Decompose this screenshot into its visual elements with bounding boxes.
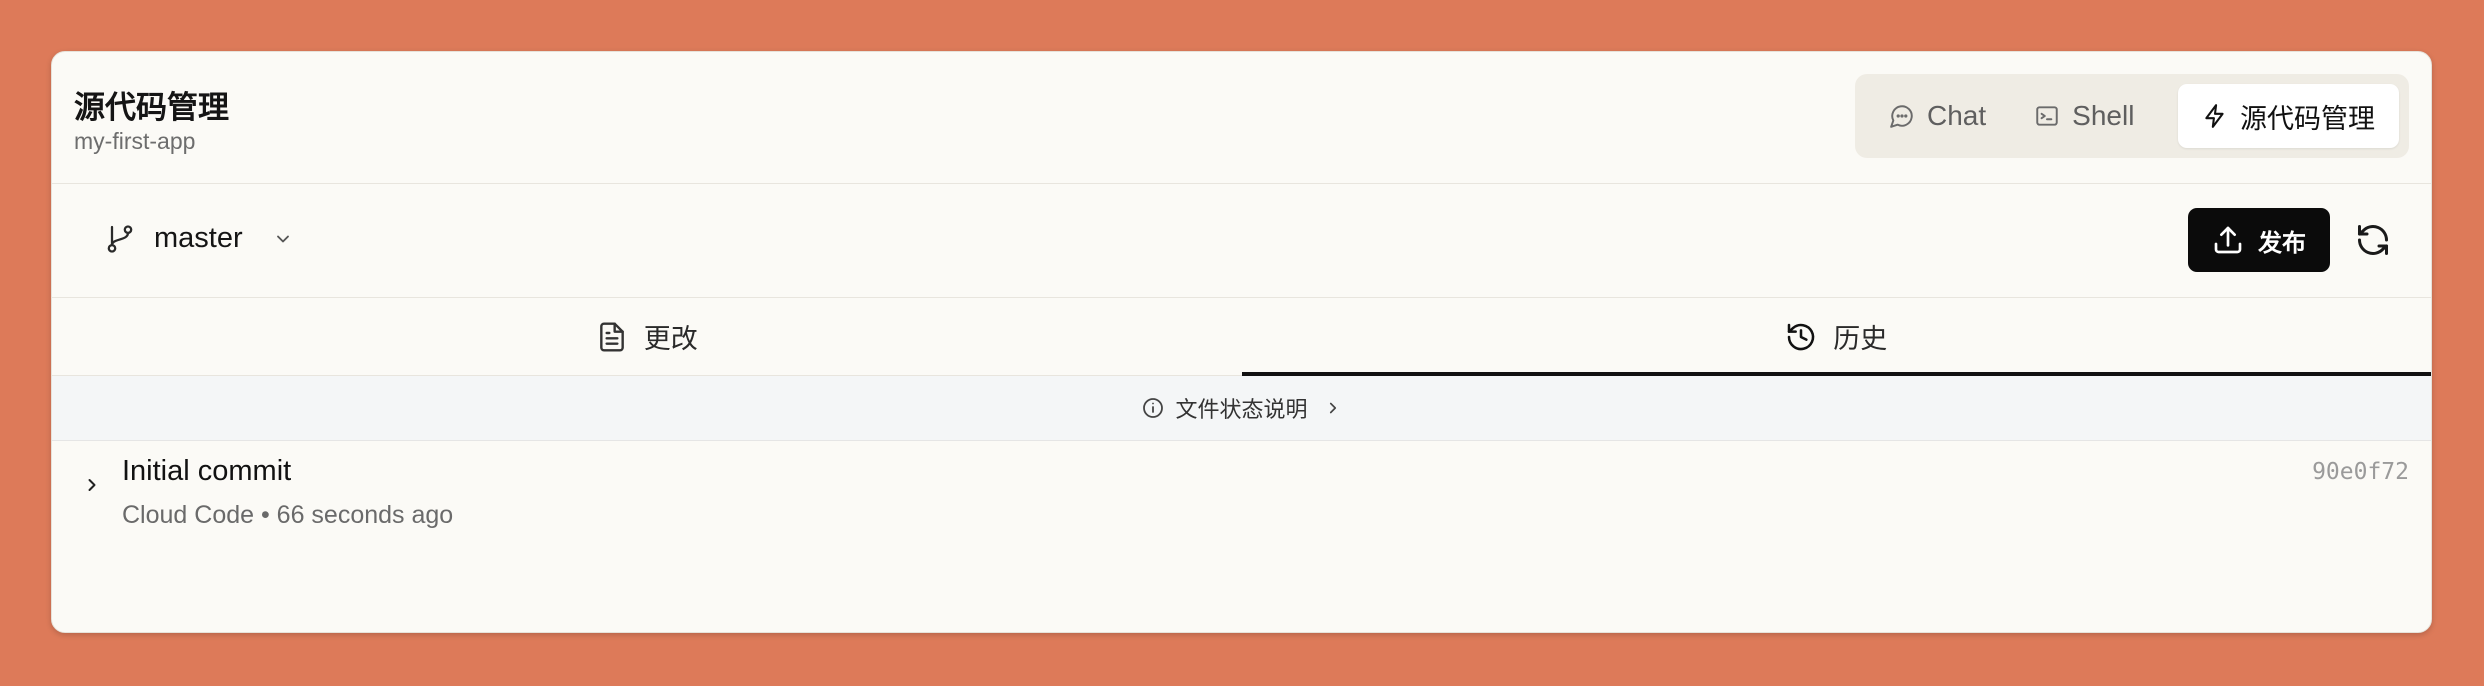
- tab-chat[interactable]: Chat: [1865, 84, 2010, 148]
- terminal-icon: [2036, 106, 2058, 126]
- commit-hash: 90e0f72: [2312, 459, 2409, 485]
- tab-history[interactable]: 历史: [1241, 298, 2432, 376]
- tab-shell-label: Shell: [2072, 100, 2135, 131]
- commit-row[interactable]: Initial commit Cloud Code • 66 seconds a…: [52, 441, 2431, 551]
- project-name: my-first-app: [74, 128, 196, 154]
- tab-shell[interactable]: Shell: [2010, 84, 2158, 148]
- publish-label: 发布: [2258, 229, 2306, 257]
- branch-selector[interactable]: master: [104, 222, 293, 255]
- branch-toolbar: master 发布: [52, 184, 2431, 298]
- tab-chat-label: Chat: [1927, 100, 1987, 131]
- view-tabs: 更改 历史: [52, 298, 2431, 376]
- history-icon: [1787, 323, 1815, 350]
- file-status-legend-label: 文件状态说明: [1175, 397, 1308, 422]
- tab-changes[interactable]: 更改: [52, 298, 1242, 375]
- info-icon: [1143, 398, 1164, 418]
- mode-tabs: Chat Shell 源代码管理: [1855, 74, 2409, 158]
- chevron-down-icon: [276, 235, 289, 242]
- branch-name: master: [154, 222, 243, 254]
- upload-icon: [2214, 226, 2242, 254]
- panel-header: 源代码管理 my-first-app Chat Shell 源代码管理: [52, 52, 2431, 184]
- tab-changes-label: 更改: [643, 324, 698, 354]
- file-icon: [599, 321, 624, 352]
- chevron-right-icon: [1329, 402, 1336, 414]
- tab-source-control-label: 源代码管理: [2240, 103, 2375, 134]
- page-title: 源代码管理: [74, 90, 229, 125]
- commit-message: Initial commit: [122, 455, 292, 487]
- lightning-icon: [2205, 104, 2224, 128]
- tab-source-control[interactable]: 源代码管理: [2178, 84, 2399, 148]
- source-control-panel: 源代码管理 my-first-app Chat Shell 源代码管理 mast…: [51, 51, 2432, 633]
- refresh-icon[interactable]: [2355, 222, 2391, 258]
- git-branch-icon: [107, 224, 133, 253]
- expand-chevron-icon[interactable]: [82, 475, 102, 495]
- tab-history-label: 历史: [1833, 324, 1888, 354]
- file-status-legend-link[interactable]: 文件状态说明: [52, 376, 2431, 441]
- commit-meta: Cloud Code • 66 seconds ago: [122, 501, 454, 529]
- chat-bubble-icon: [1890, 105, 1913, 128]
- publish-button[interactable]: 发布: [2188, 208, 2330, 272]
